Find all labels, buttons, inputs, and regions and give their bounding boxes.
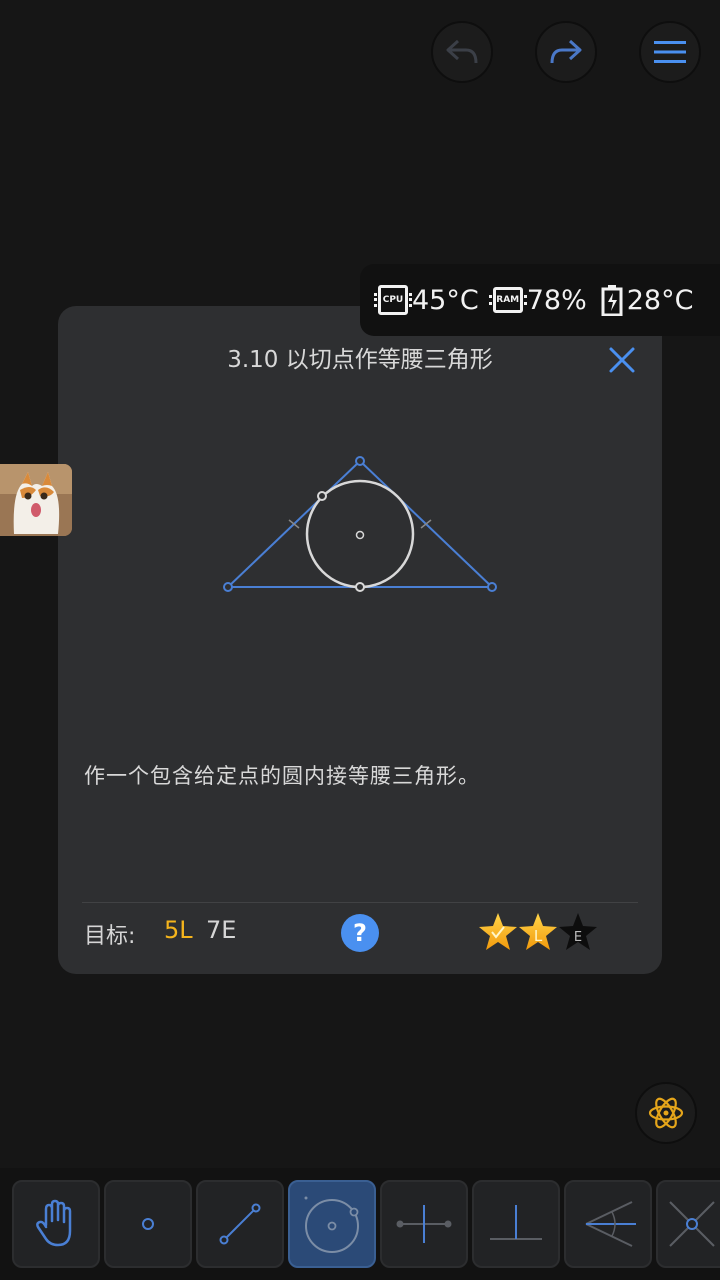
level-dialog <box>58 306 662 974</box>
cat-avatar-icon <box>0 464 72 536</box>
undo-arrow-icon <box>446 39 478 64</box>
ram-usage: 78% <box>526 284 587 316</box>
menu-button[interactable] <box>639 21 701 83</box>
ram-chip-icon: RAM <box>488 287 527 313</box>
tool-hand[interactable] <box>12 1180 100 1268</box>
svg-text:E: E <box>574 930 582 945</box>
tool-angle-bisector[interactable] <box>564 1180 652 1268</box>
points <box>223 456 497 592</box>
goal-label: 目标: <box>84 924 136 949</box>
intersection-icon <box>669 1201 715 1247</box>
battery-status: 28°C <box>601 284 694 316</box>
hamburger-menu-icon <box>654 41 686 63</box>
tool-perpendicular[interactable] <box>472 1180 560 1268</box>
star-icon <box>479 913 517 950</box>
perpendicular-bisector-icon <box>396 1205 452 1243</box>
redo-button[interactable] <box>535 21 597 83</box>
star-empty-icon: E <box>559 913 597 950</box>
tool-line[interactable] <box>196 1180 284 1268</box>
atom-button[interactable] <box>635 1082 697 1144</box>
line-icon <box>219 1203 261 1245</box>
level-diagram <box>223 456 497 592</box>
cpu-chip-icon: CPU <box>374 285 412 315</box>
cpu-temperature: 45°C <box>412 284 479 316</box>
divider <box>82 902 638 903</box>
tool-circle[interactable] <box>288 1180 376 1268</box>
svg-text:L: L <box>534 927 543 945</box>
system-status-overlay: CPU 45°C RAM 78% 28°C <box>360 264 720 336</box>
star-rating: L E <box>479 913 597 950</box>
battery-temperature: 28°C <box>626 284 694 316</box>
tool-perpendicular-bisector[interactable] <box>380 1180 468 1268</box>
tool-point[interactable] <box>104 1180 192 1268</box>
ram-status: RAM 78% <box>488 284 587 316</box>
undo-button[interactable] <box>431 21 493 83</box>
tool-intersection[interactable] <box>656 1180 720 1268</box>
goal-e-moves: 7E <box>206 916 237 944</box>
goal-l-moves: 5L <box>164 916 193 944</box>
hand-move-icon <box>36 1199 72 1247</box>
star-icon: L <box>519 913 557 950</box>
battery-icon <box>601 285 623 316</box>
point-icon <box>142 1218 154 1230</box>
cpu-status: CPU 45°C <box>374 284 479 316</box>
avatar[interactable] <box>0 464 72 536</box>
equal-side-ticks <box>288 519 432 529</box>
redo-arrow-icon <box>550 39 582 64</box>
close-icon[interactable] <box>606 344 638 376</box>
circle-icon <box>304 1196 359 1253</box>
perpendicular-icon <box>490 1205 542 1240</box>
help-button[interactable]: ? <box>341 914 379 952</box>
atom-icon <box>648 1097 684 1129</box>
level-description: 作一个包含给定点的圆内接等腰三角形。 <box>84 764 480 788</box>
angle-bisector-icon <box>585 1201 636 1247</box>
